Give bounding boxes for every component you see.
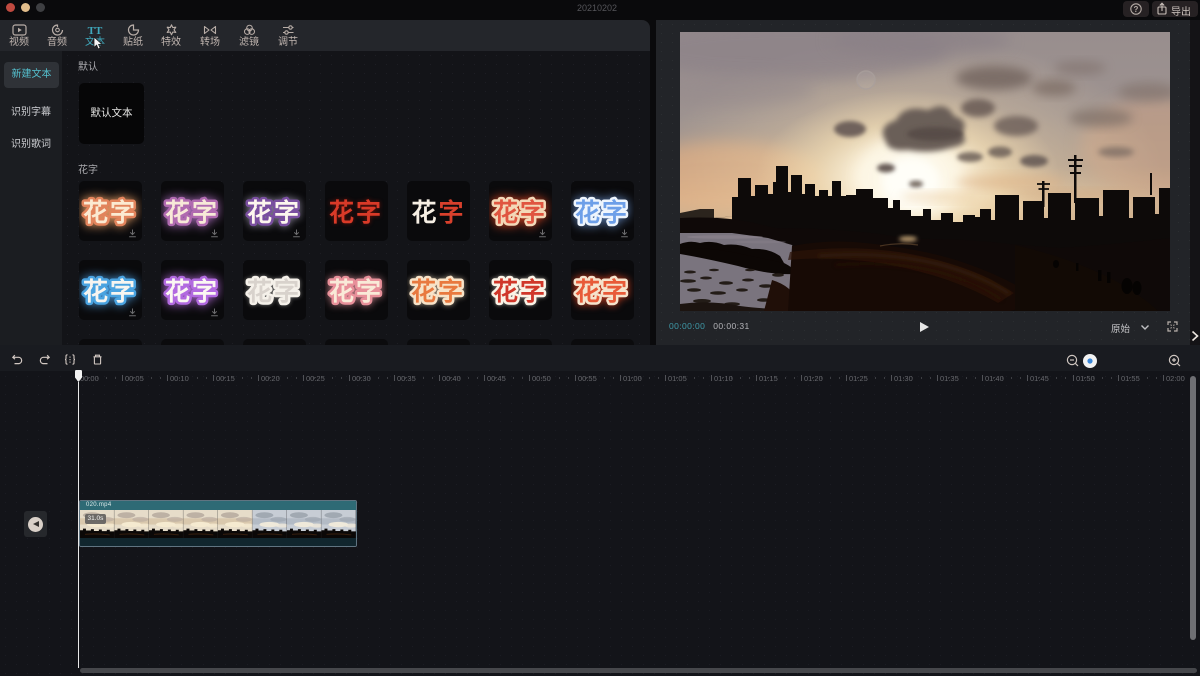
svg-text:花字: 花字 xyxy=(329,277,383,306)
svg-text:花字: 花字 xyxy=(247,198,301,227)
svg-text:?: ? xyxy=(1134,5,1139,14)
svg-text:花字: 花字 xyxy=(247,277,301,306)
svg-text:TT: TT xyxy=(88,25,103,36)
svg-text:花字: 花字 xyxy=(493,198,547,227)
svg-text:花字: 花字 xyxy=(575,277,629,306)
svg-text:花: 花 xyxy=(411,199,436,227)
svg-text:花字: 花字 xyxy=(575,198,629,227)
svg-text:花字: 花字 xyxy=(165,198,219,227)
svg-text:花字: 花字 xyxy=(83,277,137,306)
svg-text:字: 字 xyxy=(438,198,463,227)
svg-text:花字: 花字 xyxy=(411,277,465,306)
svg-text:花字: 花字 xyxy=(165,277,219,306)
svg-text:花字: 花字 xyxy=(83,198,137,227)
svg-text:花字: 花字 xyxy=(329,198,383,227)
svg-text:花字: 花字 xyxy=(493,277,547,306)
